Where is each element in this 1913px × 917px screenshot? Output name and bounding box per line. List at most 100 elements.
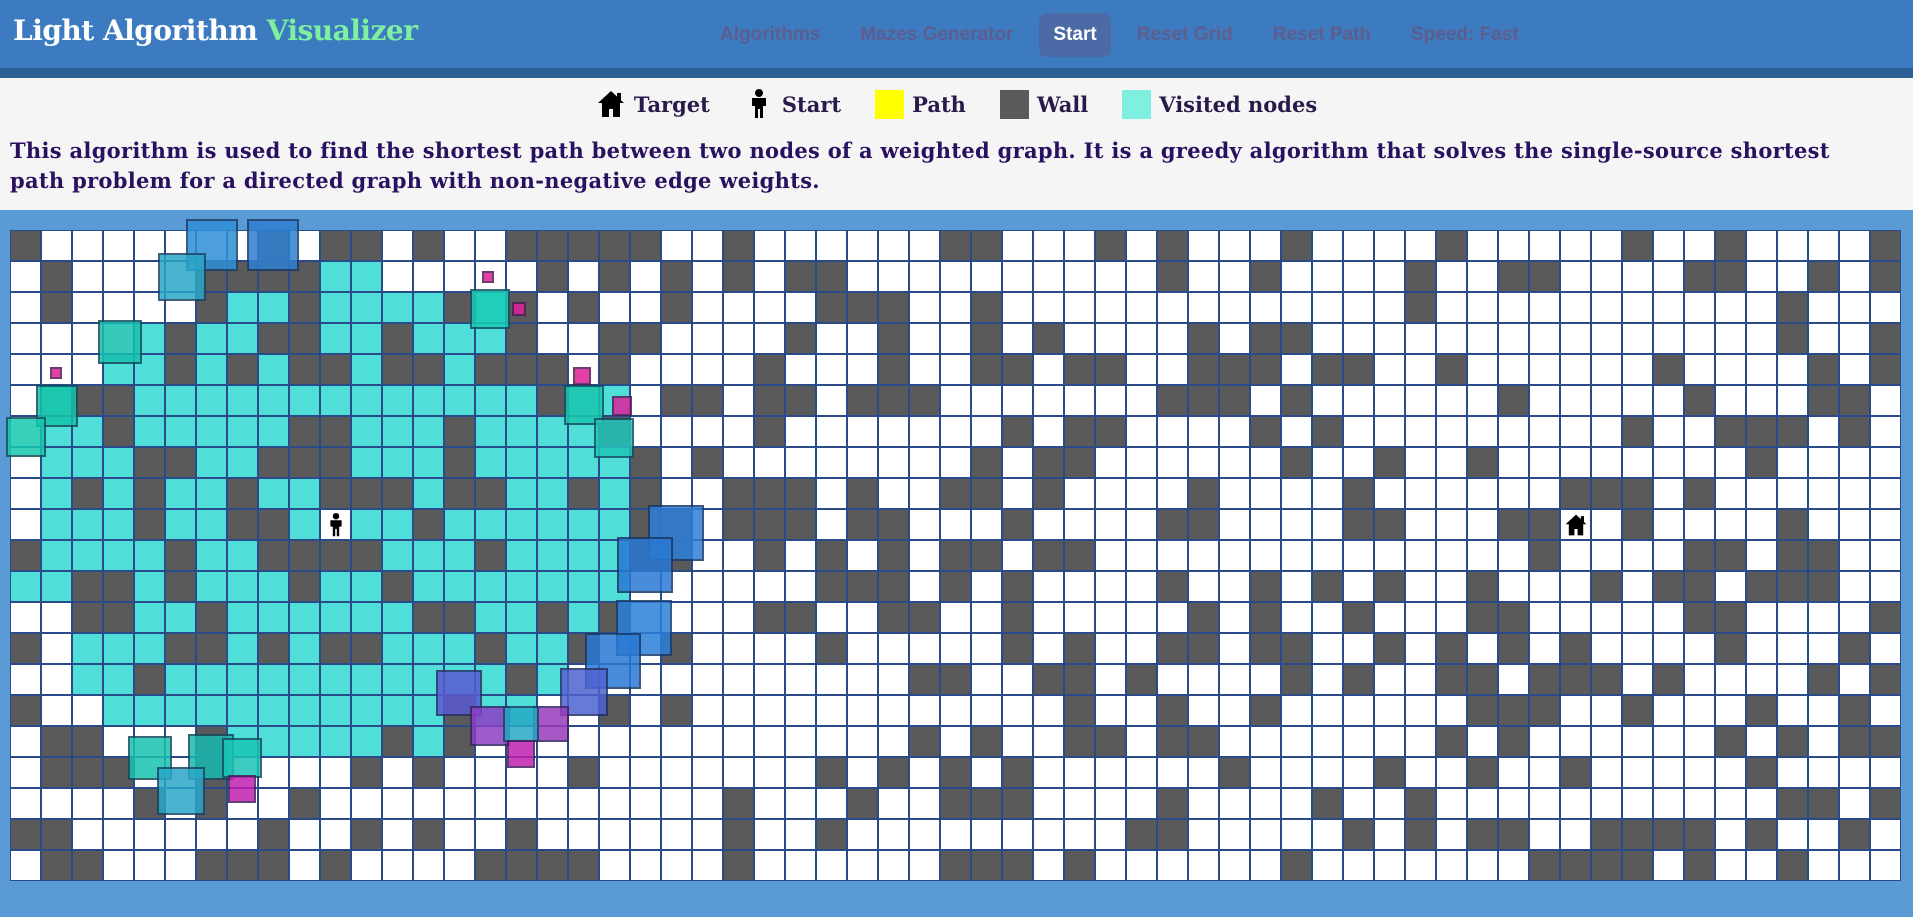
grid-node[interactable] bbox=[1002, 261, 1033, 292]
grid-node[interactable] bbox=[289, 757, 320, 788]
wall-node[interactable] bbox=[1746, 416, 1777, 447]
grid-node[interactable] bbox=[1002, 230, 1033, 261]
grid-node[interactable] bbox=[1219, 819, 1250, 850]
wall-node[interactable] bbox=[1777, 726, 1808, 757]
wall-node[interactable] bbox=[599, 261, 630, 292]
wall-node[interactable] bbox=[196, 602, 227, 633]
wall-node[interactable] bbox=[940, 478, 971, 509]
visited-node[interactable] bbox=[289, 385, 320, 416]
visited-node[interactable] bbox=[41, 540, 72, 571]
visited-node[interactable] bbox=[506, 478, 537, 509]
grid-node[interactable] bbox=[1560, 819, 1591, 850]
grid-node[interactable] bbox=[661, 757, 692, 788]
wall-node[interactable] bbox=[1312, 416, 1343, 447]
grid-node[interactable] bbox=[10, 478, 41, 509]
wall-node[interactable] bbox=[1622, 416, 1653, 447]
grid-node[interactable] bbox=[754, 447, 785, 478]
grid-node[interactable] bbox=[599, 292, 630, 323]
wall-node[interactable] bbox=[134, 664, 165, 695]
grid-node[interactable] bbox=[816, 354, 847, 385]
grid-node[interactable] bbox=[754, 695, 785, 726]
grid-node[interactable] bbox=[1746, 540, 1777, 571]
grid-node[interactable] bbox=[1188, 850, 1219, 881]
grid-node[interactable] bbox=[1436, 540, 1467, 571]
grid-node[interactable] bbox=[971, 261, 1002, 292]
grid-node[interactable] bbox=[103, 819, 134, 850]
grid-node[interactable] bbox=[351, 788, 382, 819]
grid-node[interactable] bbox=[1777, 695, 1808, 726]
grid-node[interactable] bbox=[1622, 354, 1653, 385]
grid-node[interactable] bbox=[1374, 230, 1405, 261]
wall-node[interactable] bbox=[382, 478, 413, 509]
grid-node[interactable] bbox=[692, 850, 723, 881]
wall-node[interactable] bbox=[971, 478, 1002, 509]
grid-node[interactable] bbox=[1653, 602, 1684, 633]
wall-node[interactable] bbox=[196, 633, 227, 664]
grid-node[interactable] bbox=[1281, 819, 1312, 850]
wall-node[interactable] bbox=[413, 602, 444, 633]
wall-node[interactable] bbox=[754, 416, 785, 447]
wall-node[interactable] bbox=[1002, 788, 1033, 819]
wall-node[interactable] bbox=[1560, 757, 1591, 788]
grid-node[interactable] bbox=[630, 292, 661, 323]
grid-node[interactable] bbox=[692, 540, 723, 571]
grid-node[interactable] bbox=[1095, 664, 1126, 695]
grid-node[interactable] bbox=[1281, 292, 1312, 323]
grid-node[interactable] bbox=[165, 819, 196, 850]
visited-node[interactable] bbox=[351, 602, 382, 633]
wall-node[interactable] bbox=[10, 540, 41, 571]
start-button[interactable]: Start bbox=[1039, 13, 1111, 57]
grid-node[interactable] bbox=[785, 664, 816, 695]
grid-node[interactable] bbox=[1126, 850, 1157, 881]
grid-node[interactable] bbox=[1529, 230, 1560, 261]
visited-node[interactable] bbox=[568, 385, 599, 416]
grid-node[interactable] bbox=[878, 788, 909, 819]
grid-node[interactable] bbox=[1374, 416, 1405, 447]
wall-node[interactable] bbox=[1746, 757, 1777, 788]
wall-node[interactable] bbox=[413, 757, 444, 788]
wall-node[interactable] bbox=[1188, 509, 1219, 540]
grid-node[interactable] bbox=[1343, 726, 1374, 757]
visited-node[interactable] bbox=[506, 416, 537, 447]
wall-node[interactable] bbox=[103, 416, 134, 447]
visited-node[interactable] bbox=[444, 633, 475, 664]
visited-node[interactable] bbox=[475, 571, 506, 602]
grid-node[interactable] bbox=[1095, 819, 1126, 850]
grid-node[interactable] bbox=[723, 757, 754, 788]
visited-node[interactable] bbox=[475, 292, 506, 323]
grid-node[interactable] bbox=[10, 447, 41, 478]
wall-node[interactable] bbox=[289, 788, 320, 819]
wall-node[interactable] bbox=[1746, 695, 1777, 726]
grid-node[interactable] bbox=[1839, 850, 1870, 881]
grid-node[interactable] bbox=[878, 416, 909, 447]
wall-node[interactable] bbox=[134, 788, 165, 819]
grid-node[interactable] bbox=[1839, 757, 1870, 788]
visited-node[interactable] bbox=[134, 571, 165, 602]
grid-node[interactable] bbox=[1002, 478, 1033, 509]
wall-node[interactable] bbox=[506, 819, 537, 850]
grid-node[interactable] bbox=[1591, 695, 1622, 726]
grid-node[interactable] bbox=[1622, 447, 1653, 478]
grid-node[interactable] bbox=[1157, 757, 1188, 788]
visited-node[interactable] bbox=[227, 602, 258, 633]
grid-node[interactable] bbox=[1343, 788, 1374, 819]
grid-node[interactable] bbox=[41, 633, 72, 664]
grid-node[interactable] bbox=[847, 447, 878, 478]
grid-node[interactable] bbox=[1529, 571, 1560, 602]
grid-node[interactable] bbox=[1281, 788, 1312, 819]
grid-node[interactable] bbox=[1405, 323, 1436, 354]
grid-node[interactable] bbox=[413, 788, 444, 819]
grid-node[interactable] bbox=[1219, 726, 1250, 757]
grid-node[interactable] bbox=[227, 757, 258, 788]
grid-node[interactable] bbox=[1312, 540, 1343, 571]
grid-node[interactable] bbox=[1002, 726, 1033, 757]
wall-node[interactable] bbox=[754, 602, 785, 633]
visited-node[interactable] bbox=[537, 633, 568, 664]
wall-node[interactable] bbox=[227, 478, 258, 509]
visited-node[interactable] bbox=[444, 354, 475, 385]
grid-node[interactable] bbox=[1157, 540, 1188, 571]
grid-node[interactable] bbox=[1622, 323, 1653, 354]
grid-node[interactable] bbox=[1095, 571, 1126, 602]
wall-node[interactable] bbox=[1622, 509, 1653, 540]
visited-node[interactable] bbox=[568, 416, 599, 447]
